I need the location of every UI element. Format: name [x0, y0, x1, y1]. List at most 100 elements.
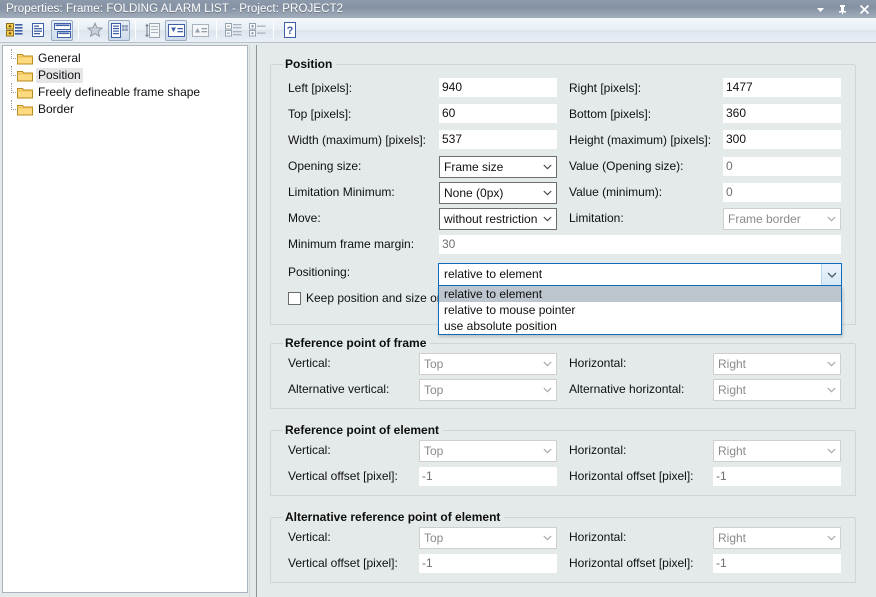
navigation-tree[interactable]: General Position Freely defineable frame…: [2, 45, 248, 593]
rpf-alt-horizontal-value: Right: [718, 383, 747, 397]
limitation-label: Limitation:: [569, 211, 624, 225]
chevron-down-icon[interactable]: [815, 4, 826, 15]
new-entry-icon[interactable]: [3, 20, 25, 41]
minimum-frame-margin-input[interactable]: [439, 235, 841, 254]
keep-position-checkbox[interactable]: [288, 291, 301, 305]
rpe-vertical-value: Top: [424, 444, 444, 458]
toolbar-separator: [273, 21, 274, 39]
window-controls: [815, 4, 876, 15]
group-border-left: [271, 64, 283, 65]
opening-size-value: Frame size: [444, 160, 504, 174]
limitation-combo: Frame border: [723, 208, 841, 230]
chevron-down-icon: [539, 157, 556, 177]
rpe-horizontal-offset-input[interactable]: [713, 467, 841, 486]
tree-item-border[interactable]: Border: [3, 100, 247, 118]
positioning-option-relative-to-element[interactable]: relative to element: [439, 286, 841, 302]
move-up-icon: [189, 20, 211, 41]
tree-item-label: Border: [38, 102, 75, 116]
tree-item-label: Position: [36, 68, 83, 83]
opening-size-label: Opening size:: [288, 159, 362, 173]
chevron-down-icon: [823, 354, 840, 374]
width-max-input[interactable]: [439, 130, 557, 149]
help-icon[interactable]: ?: [279, 20, 301, 41]
rpe-vertical-offset-input[interactable]: [419, 467, 557, 486]
value-minimum-input[interactable]: [723, 183, 841, 202]
chevron-down-icon: [539, 183, 556, 203]
alt-reference-point-element-title: Alternative reference point of element: [283, 510, 505, 524]
move-down-icon[interactable]: [165, 19, 187, 41]
rpe-horizontal-offset-label: Horizontal offset [pixel]:: [569, 469, 694, 483]
rpf-alt-horizontal-combo: Right: [713, 379, 841, 401]
tree-item-label: Freely defineable frame shape: [38, 85, 201, 99]
alt-reference-point-element-group: Alternative reference point of element V…: [270, 510, 856, 583]
reference-point-element-title: Reference point of element: [283, 423, 444, 437]
arpe-horizontal-value: Right: [718, 531, 747, 545]
height-max-input[interactable]: [723, 130, 841, 149]
group-border-left: [271, 517, 283, 518]
value-opening-size-label: Value (Opening size):: [569, 159, 684, 173]
pin-icon[interactable]: [837, 4, 848, 15]
arpe-vertical-offset-input[interactable]: [419, 554, 557, 573]
chevron-down-icon: [539, 380, 556, 400]
bottom-pixels-input[interactable]: [723, 104, 841, 123]
keep-position-checkbox-row[interactable]: Keep position and size on: [288, 291, 443, 305]
bottom-pixels-label: Bottom [pixels]:: [569, 107, 652, 121]
rpf-alt-vertical-value: Top: [424, 383, 444, 397]
chevron-down-icon: [823, 528, 840, 548]
value-opening-size-input[interactable]: [723, 157, 841, 176]
panel-splitter[interactable]: [249, 45, 257, 597]
rpe-horizontal-value: Right: [718, 444, 747, 458]
list-properties-icon[interactable]: [108, 19, 130, 41]
reference-point-frame-group: Reference point of frame Vertical: Top H…: [270, 336, 856, 409]
chevron-down-icon: [539, 528, 556, 548]
move-combo[interactable]: without restriction: [439, 208, 557, 230]
chevron-down-icon: [823, 209, 840, 229]
positioning-option-use-absolute-position[interactable]: use absolute position: [439, 318, 841, 334]
svg-text:?: ?: [287, 25, 294, 37]
width-max-label: Width (maximum) [pixels]:: [288, 133, 427, 147]
tree-connector: [11, 100, 21, 118]
arpe-horizontal-offset-label: Horizontal offset [pixel]:: [569, 556, 694, 570]
tree-item-position[interactable]: Position: [3, 66, 247, 84]
expand-all-icon: [246, 20, 268, 41]
chevron-down-icon: [539, 354, 556, 374]
limitation-minimum-label: Limitation Minimum:: [288, 185, 395, 199]
chevron-down-icon[interactable]: [821, 264, 841, 285]
reference-point-frame-title: Reference point of frame: [283, 336, 431, 350]
tree-item-general[interactable]: General: [3, 49, 247, 67]
rpf-horizontal-combo: Right: [713, 353, 841, 375]
left-pixels-input[interactable]: [439, 78, 557, 97]
rpe-vertical-label: Vertical:: [288, 443, 331, 457]
chevron-down-icon: [823, 441, 840, 461]
tree-item-freely-definable-frame-shape[interactable]: Freely defineable frame shape: [3, 83, 247, 101]
positioning-dropdown-list[interactable]: relative to element relative to mouse po…: [438, 286, 842, 335]
arpe-horizontal-offset-input[interactable]: [713, 554, 841, 573]
arpe-vertical-offset-label: Vertical offset [pixel]:: [288, 556, 398, 570]
properties-panel: Position Left [pixels]: Right [pixels]: …: [258, 43, 876, 597]
rpe-horizontal-label: Horizontal:: [569, 443, 627, 457]
rpf-vertical-combo: Top: [419, 353, 557, 375]
positioning-combo[interactable]: relative to element: [438, 263, 842, 286]
window-titlebar: Properties: Frame: FOLDING ALARM LIST - …: [0, 0, 876, 18]
opening-size-combo[interactable]: Frame size: [439, 156, 557, 178]
group-border-left: [271, 343, 283, 344]
tree-item-label: General: [38, 51, 81, 65]
move-label: Move:: [288, 211, 321, 225]
tree-connector: [11, 49, 21, 67]
close-icon[interactable]: [859, 4, 870, 15]
positioning-option-relative-to-mouse-pointer[interactable]: relative to mouse pointer: [439, 302, 841, 318]
toolbar-separator: [135, 21, 136, 39]
frame-layout-icon[interactable]: [51, 19, 73, 41]
limitation-minimum-value: None (0px): [444, 186, 504, 200]
limitation-minimum-combo[interactable]: None (0px): [439, 182, 557, 204]
document-properties-icon[interactable]: [27, 20, 49, 41]
right-pixels-input[interactable]: [723, 78, 841, 97]
positioning-label: Positioning:: [288, 265, 351, 279]
move-value: without restriction: [444, 212, 538, 226]
arpe-vertical-combo: Top: [419, 527, 557, 549]
rpf-horizontal-label: Horizontal:: [569, 356, 627, 370]
positioning-value: relative to element: [444, 267, 543, 281]
right-pixels-label: Right [pixels]:: [569, 81, 642, 95]
top-pixels-input[interactable]: [439, 104, 557, 123]
rpf-vertical-value: Top: [424, 357, 444, 371]
